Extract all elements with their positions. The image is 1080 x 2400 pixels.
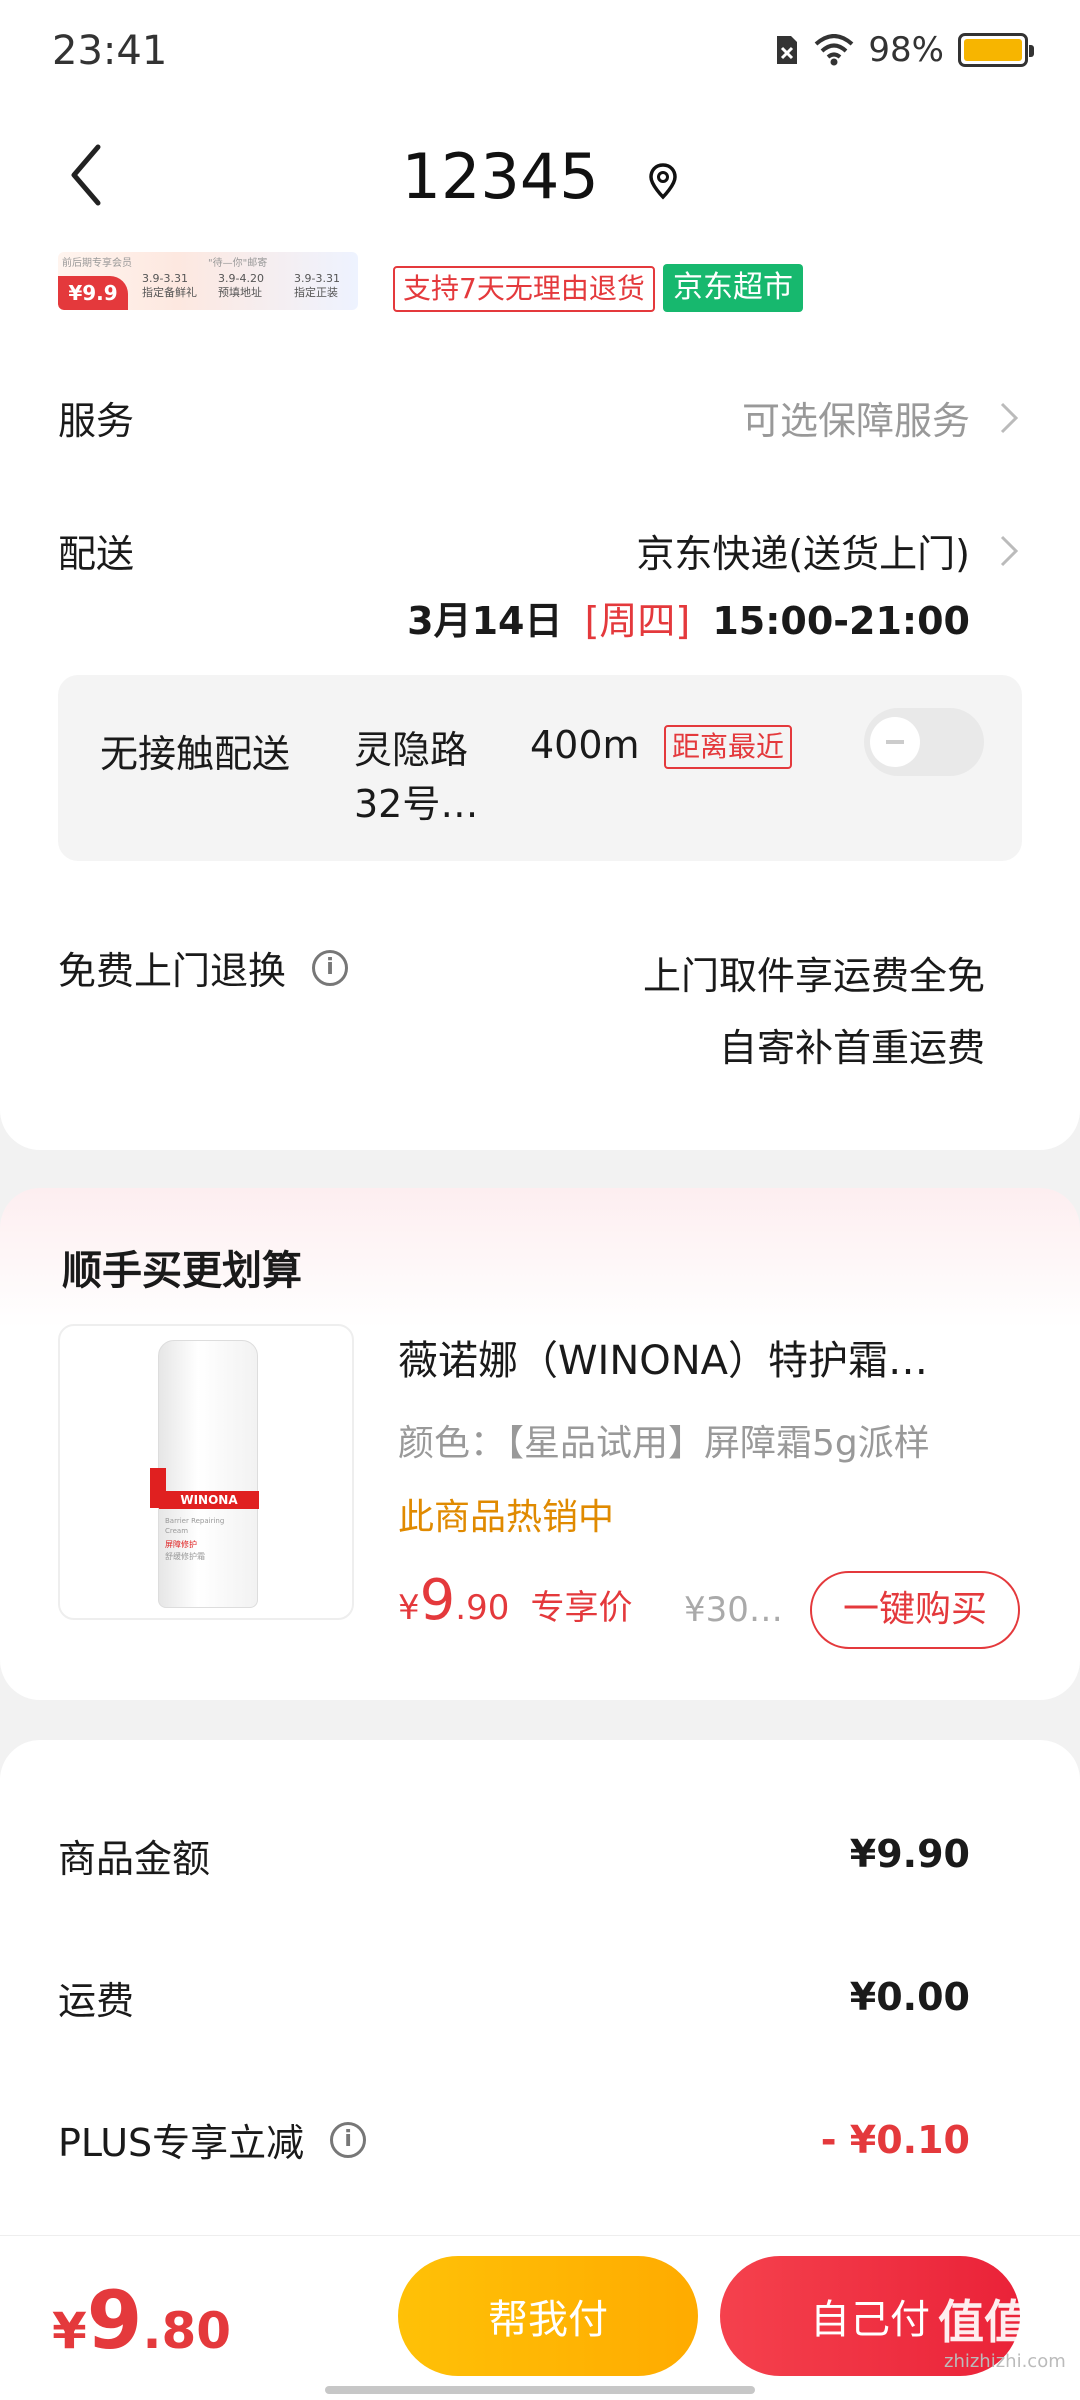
delivery-method-row[interactable]: 京东快递(送货上门) xyxy=(636,523,1020,578)
banner-step-2: 3.9-4.20 预填地址 xyxy=(218,272,264,299)
free-return-label-wrap: 免费上门退换 i xyxy=(58,940,349,995)
banner-extra-left: 前后期专享会员 xyxy=(62,258,132,269)
help-me-pay-button[interactable]: 帮我付 xyxy=(398,2256,698,2376)
service-label: 服务 xyxy=(58,399,135,443)
summary-value-shipping: ¥0.00 xyxy=(849,1975,970,2019)
battery-icon xyxy=(958,33,1034,67)
free-return-line2: 自寄补首重运费 xyxy=(718,1026,985,1070)
upsell-card: 顺手买更划算 WINONA Barrier Repairing Cream 屏障… xyxy=(0,1188,1080,1700)
product-price-tag: 专享价 xyxy=(530,1588,633,1628)
chevron-right-icon xyxy=(1000,535,1019,566)
banner-extra-right: "待—你"邮寄 xyxy=(208,258,268,269)
product-name[interactable]: 薇诺娜（WINONA）特护霜… xyxy=(398,1328,928,1386)
status-bar: 23:41 98% xyxy=(0,0,1080,100)
noncontact-address-line1: 灵隐路 xyxy=(354,728,469,772)
free-return-info: 上门取件享运费全免 自寄补首重运费 xyxy=(643,940,985,1084)
return-policy-tag: 支持7天无理由退货 xyxy=(393,266,655,312)
nearest-tag: 距离最近 xyxy=(664,725,793,769)
delivery-time-row[interactable]: 3月14日 [周四] 15:00-21:00 xyxy=(407,590,970,645)
noncontact-address-line2: 32号… xyxy=(354,782,479,826)
summary-value-plus: - ¥0.10 xyxy=(820,2118,970,2162)
jd-supermarket-tag: 京东超市 xyxy=(663,264,803,312)
chevron-right-icon xyxy=(1000,402,1019,433)
delivery-time: 15:00-21:00 xyxy=(712,599,970,643)
summary-plus-label-wrap: PLUS专享立减 i xyxy=(58,2112,367,2167)
product-orig-price: ¥30… xyxy=(684,1590,783,1630)
wifi-icon xyxy=(815,34,854,66)
status-icons: 98% xyxy=(774,30,1034,70)
status-time: 23:41 xyxy=(52,28,168,74)
product-hot-label: 此商品热销中 xyxy=(398,1497,615,1538)
banner-step-1: 3.9-3.31 指定备鲜礼 xyxy=(142,272,197,299)
location-pin-icon[interactable] xyxy=(648,162,678,200)
watermark-main: 值值值 xyxy=(938,2295,1076,2349)
price-summary-card: 商品金额 ¥9.90 运费 ¥0.00 PLUS专享立减 i - ¥0.10 xyxy=(0,1740,1080,2260)
delivery-weekday: [周四] xyxy=(584,599,691,643)
product-variant[interactable]: 颜色：【星品试用】屏障霜5g派样 xyxy=(398,1414,930,1466)
back-arrow-icon xyxy=(71,144,101,206)
delivery-label: 配送 xyxy=(58,532,135,576)
product-price: ¥9.90 专享价 xyxy=(398,1568,633,1633)
service-value: 可选保障服务 xyxy=(741,399,970,443)
upsell-title: 顺手买更划算 xyxy=(62,1248,302,1294)
page-title: 12345 xyxy=(401,140,599,213)
summary-label-goods: 商品金额 xyxy=(58,1837,211,1881)
free-return-label: 免费上门退换 xyxy=(58,949,287,993)
summary-label-plus: PLUS专享立减 xyxy=(58,2121,305,2165)
product-bottle: WINONA Barrier Repairing Cream 屏障修护 舒缓修护… xyxy=(158,1340,259,1608)
promo-banner[interactable]: 前后期专享会员 "待—你"邮寄 ¥9.9 3.9-3.31 指定备鲜礼 3.9-4… xyxy=(58,252,358,310)
noncontact-toggle[interactable] xyxy=(864,708,984,776)
summary-value-goods: ¥9.90 xyxy=(849,1832,970,1876)
delivery-method: 京东快递(送货上门) xyxy=(636,532,970,576)
service-row[interactable]: 可选保障服务 xyxy=(742,390,1020,445)
banner-step-3: 3.9-3.31 指定正装 xyxy=(294,272,340,299)
total-price: ¥9.80 xyxy=(52,2274,232,2367)
page-title-wrap: 12345 xyxy=(0,140,1080,213)
home-indicator[interactable] xyxy=(325,2386,755,2394)
delivery-date: 3月14日 xyxy=(407,599,563,643)
quick-buy-button[interactable]: 一键购买 xyxy=(810,1571,1020,1649)
product-image[interactable]: WINONA Barrier Repairing Cream 屏障修护 舒缓修护… xyxy=(58,1324,354,1620)
order-info-card: 前后期专享会员 "待—你"邮寄 ¥9.9 3.9-3.31 指定备鲜礼 3.9-4… xyxy=(0,240,1080,1150)
nav-header: 12345 xyxy=(0,100,1080,250)
free-return-line1: 上门取件享运费全免 xyxy=(642,954,985,998)
summary-label-shipping: 运费 xyxy=(58,1979,135,2023)
info-icon[interactable]: i xyxy=(330,2121,367,2158)
noncontact-delivery-box: 无接触配送 灵隐路 32号… 400m 距离最近 xyxy=(58,675,1022,861)
bottom-bar: ¥9.80 帮我付 自己付 值值值 zhizhizhi.com xyxy=(0,2235,1080,2400)
back-button[interactable] xyxy=(60,140,110,210)
noncontact-address: 灵隐路 32号… xyxy=(354,723,478,831)
battery-percent: 98% xyxy=(868,30,944,70)
watermark-sub: zhizhizhi.com xyxy=(944,2351,1066,2372)
info-icon[interactable]: i xyxy=(312,949,349,986)
noncontact-label: 无接触配送 xyxy=(100,732,291,776)
toggle-knob xyxy=(870,717,920,767)
sim-off-icon xyxy=(777,36,798,64)
banner-price-badge: ¥9.9 xyxy=(58,276,128,310)
noncontact-distance: 400m xyxy=(530,723,640,767)
